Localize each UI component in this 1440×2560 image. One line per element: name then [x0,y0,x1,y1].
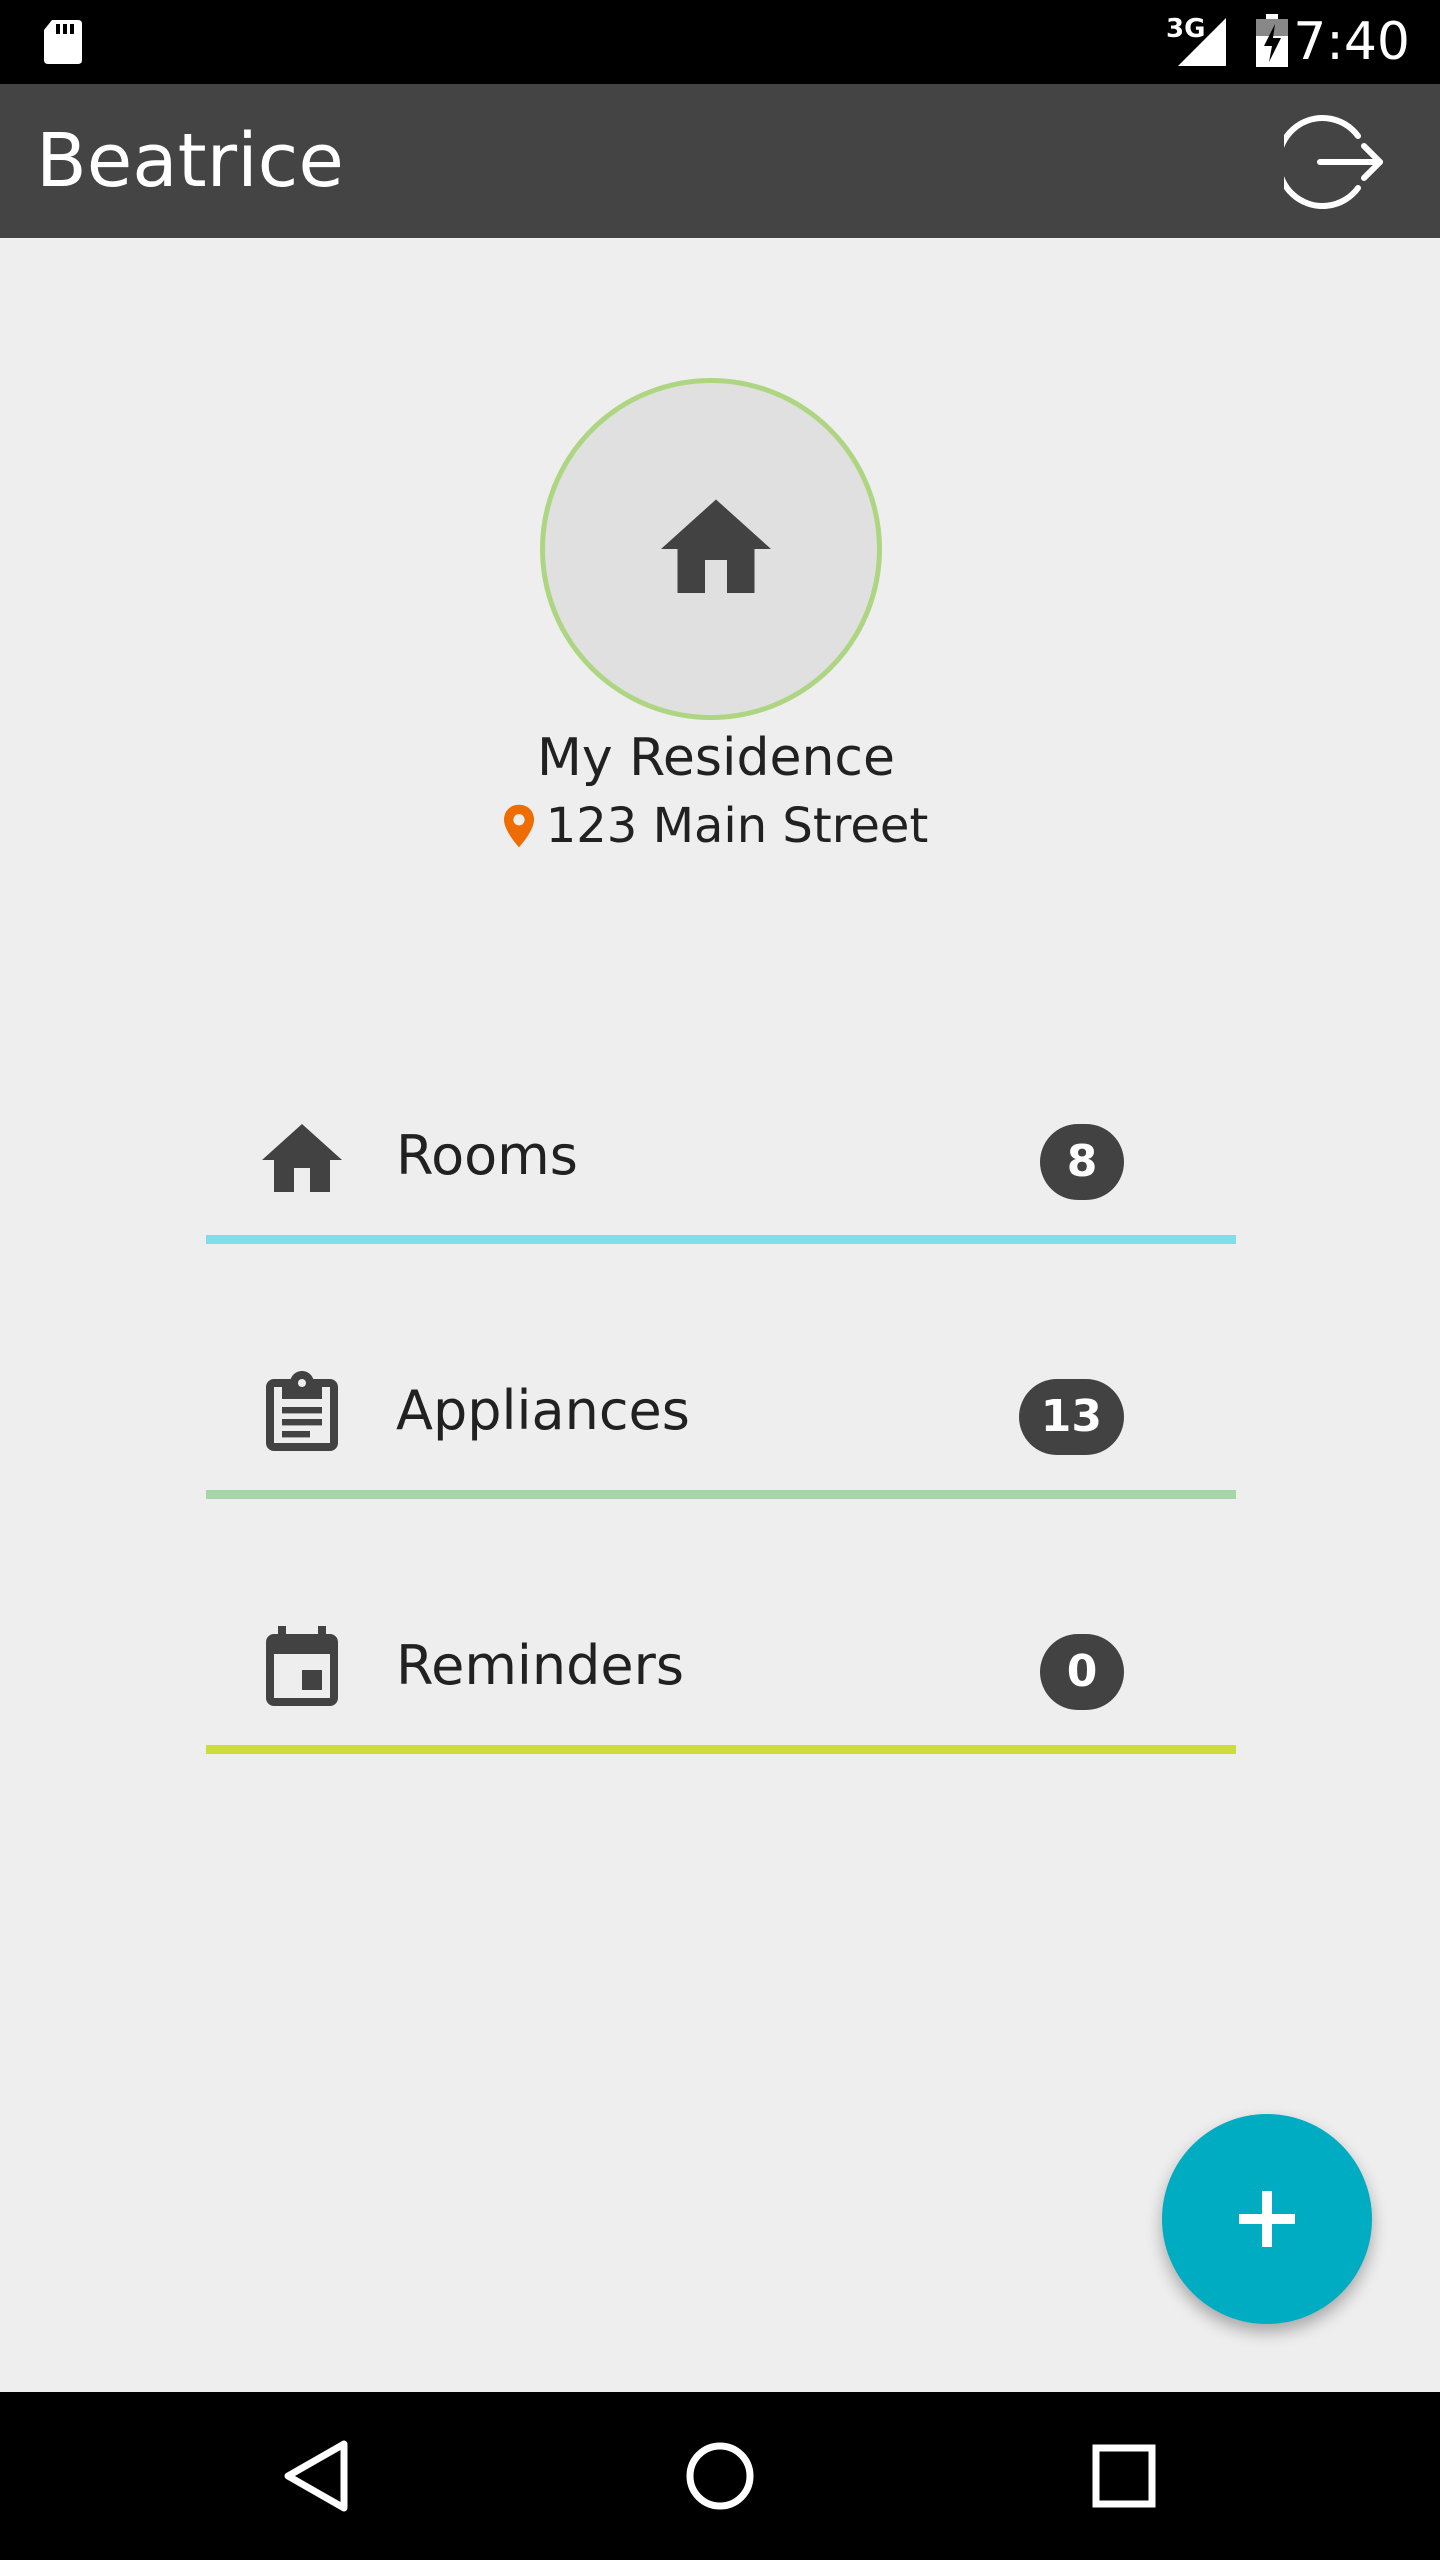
battery-charging-icon [1256,14,1288,67]
row-divider [206,1745,1236,1754]
back-icon[interactable] [266,2426,366,2526]
status-bar: 3G 7:40 [0,0,1440,84]
address-text: 123 Main Street [545,798,929,854]
count-badge: 0 [1040,1634,1124,1710]
logout-icon[interactable] [1284,110,1388,214]
menu-item-label: Reminders [396,1634,684,1697]
menu-item-appliances[interactable]: Appliances 13 [206,1309,1236,1499]
main-content: My Residence 123 Main Street Rooms 8 App… [0,238,1440,2392]
home-circle-icon[interactable] [670,2426,770,2526]
plus-icon [1239,2191,1295,2247]
row-divider [206,1235,1236,1244]
signal-icon [1178,18,1226,66]
recents-icon[interactable] [1074,2426,1174,2526]
clipboard-icon [266,1371,338,1451]
sd-card-icon [44,20,82,64]
menu-item-label: Appliances [396,1379,690,1442]
location-pin-icon [503,804,534,848]
app-bar: Beatrice [0,84,1440,238]
page-title: Beatrice [36,118,344,204]
residence-name: My Residence [536,728,896,788]
row-divider [206,1490,1236,1499]
residence-avatar[interactable] [540,378,882,720]
home-icon [661,499,771,593]
menu-item-label: Rooms [396,1124,578,1187]
menu-item-reminders[interactable]: Reminders 0 [206,1564,1236,1754]
residence-address: 123 Main Street [0,798,1432,854]
home-icon [262,1124,342,1192]
system-nav-bar [0,2392,1440,2560]
count-badge: 13 [1018,1379,1124,1455]
count-badge: 8 [1040,1124,1124,1200]
clock: 7:40 [1293,12,1410,72]
calendar-icon [266,1626,338,1706]
add-fab-button[interactable] [1162,2114,1372,2324]
menu-item-rooms[interactable]: Rooms 8 [206,1054,1236,1244]
